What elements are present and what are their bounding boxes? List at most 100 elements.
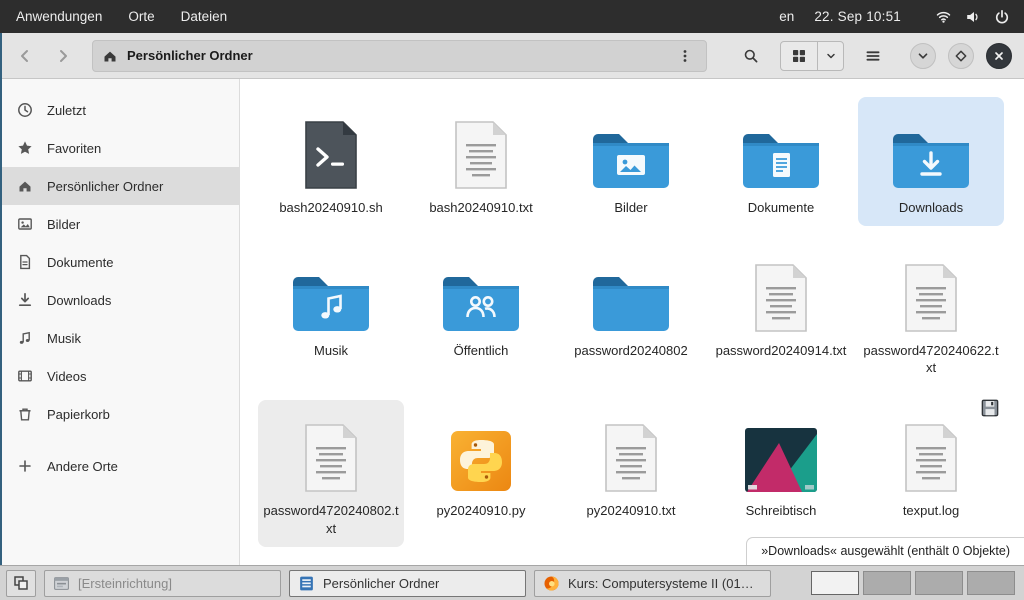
file-name: py20240910.txt <box>587 502 676 519</box>
sidebar-item-persönlicher-ordner[interactable]: Persönlicher Ordner <box>0 167 239 205</box>
video-icon <box>17 368 33 384</box>
file-name: Öffentlich <box>454 342 509 359</box>
file-bilder[interactable]: Bilder <box>558 97 704 226</box>
text-icon <box>452 119 510 191</box>
file-name: Downloads <box>899 199 963 216</box>
file-öffentlich[interactable]: Öffentlich <box>408 240 554 386</box>
path-menu-button[interactable] <box>673 43 697 69</box>
window-controls <box>910 43 1012 69</box>
folder-icon <box>589 272 673 334</box>
workspace-switcher <box>811 571 1018 595</box>
file-name: password4720240622.txt <box>862 342 1000 376</box>
selection-status-popup: »Downloads« ausgewählt (enthält 0 Objekt… <box>746 537 1024 565</box>
file-schreibtisch[interactable]: Schreibtisch <box>708 400 854 546</box>
file-bash20240910-txt[interactable]: bash20240910.txt <box>408 97 554 226</box>
top-panel: Anwendungen Orte Dateien en 22. Sep 10:51 <box>0 0 1024 33</box>
taskbar-task-persönlicher-ordner[interactable]: Persönlicher Ordner <box>289 570 526 597</box>
file-password4720240802-txt[interactable]: password4720240802.txt <box>258 400 404 546</box>
sidebar-item-downloads[interactable]: Downloads <box>0 281 239 319</box>
file-downloads[interactable]: Downloads <box>858 97 1004 226</box>
sidebar-item-musik[interactable]: Musik <box>0 319 239 357</box>
power-icon[interactable] <box>994 9 1010 25</box>
sidebar-item-label: Downloads <box>47 293 111 308</box>
file-password20240914-txt[interactable]: password20240914.txt <box>708 240 854 386</box>
minimize-icon <box>915 48 931 64</box>
download-icon <box>17 292 33 308</box>
workspace-4[interactable] <box>967 571 1015 595</box>
top-panel-status-area: en 22. Sep 10:51 <box>779 9 1024 25</box>
desktop-edge-sliver <box>0 33 2 565</box>
file-py20240910-py[interactable]: py20240910.py <box>408 400 554 546</box>
system-status-icons <box>935 9 1010 25</box>
file-name: password20240914.txt <box>716 342 847 359</box>
icon-view-button[interactable] <box>781 42 817 70</box>
toolbar-right <box>734 40 1012 72</box>
maximize-button[interactable] <box>948 43 974 69</box>
taskbar-task-kurs-computersysteme-ii-01[interactable]: Kurs: Computersysteme II (01… <box>534 570 771 597</box>
file-dokumente[interactable]: Dokumente <box>708 97 854 226</box>
menu-button[interactable] <box>856 40 890 72</box>
folder-music-icon <box>289 272 373 334</box>
folder-download-icon <box>889 129 973 191</box>
path-bar[interactable]: Persönlicher Ordner <box>92 40 707 72</box>
view-options-button[interactable] <box>817 42 843 70</box>
keyboard-layout-indicator[interactable]: en <box>779 9 794 24</box>
sidebar-item-papierkorb[interactable]: Papierkorb <box>0 395 239 433</box>
python-icon <box>448 428 514 494</box>
file-py20240910-txt[interactable]: py20240910.txt <box>558 400 704 546</box>
caret-down-icon <box>825 50 837 62</box>
sidebar-item-label: Papierkorb <box>47 407 110 422</box>
file-musik[interactable]: Musik <box>258 240 404 386</box>
task-label: Kurs: Computersysteme II (01… <box>568 576 754 591</box>
magnifier-icon <box>743 48 759 64</box>
wifi-icon[interactable] <box>935 9 952 24</box>
workspace-2[interactable] <box>863 571 911 595</box>
hamburger-icon <box>865 48 881 64</box>
show-desktop-button[interactable] <box>6 570 36 597</box>
sidebar-item-andere-orte[interactable]: Andere Orte <box>0 447 239 485</box>
file-name: bash20240910.sh <box>279 199 382 216</box>
search-button[interactable] <box>734 40 768 72</box>
file-name: py20240910.py <box>437 502 526 519</box>
workspace-1[interactable] <box>811 571 859 595</box>
file-password4720240622-txt[interactable]: password4720240622.txt <box>858 240 1004 386</box>
file-texput-log[interactable]: texput.log <box>858 400 1004 546</box>
sidebar-item-label: Favoriten <box>47 141 101 156</box>
clock[interactable]: 22. Sep 10:51 <box>814 9 901 24</box>
file-password20240802[interactable]: password20240802 <box>558 240 704 386</box>
sidebar-item-bilder[interactable]: Bilder <box>0 205 239 243</box>
file-name: bash20240910.txt <box>429 199 532 216</box>
top-panel-menu-dateien[interactable]: Dateien <box>181 9 228 24</box>
sidebar-item-zuletzt[interactable]: Zuletzt <box>0 91 239 129</box>
home-icon <box>102 48 118 64</box>
plus-icon <box>17 458 33 474</box>
file-name: texput.log <box>903 502 959 519</box>
taskbar-task-ersteinrichtung[interactable]: [Ersteinrichtung] <box>44 570 281 597</box>
music-icon <box>17 330 33 346</box>
files-app-icon <box>298 575 315 592</box>
close-button[interactable] <box>986 43 1012 69</box>
task-label: Persönlicher Ordner <box>323 576 439 591</box>
close-icon <box>991 48 1007 64</box>
top-panel-menu-orte[interactable]: Orte <box>128 9 154 24</box>
sidebar-item-label: Zuletzt <box>47 103 86 118</box>
file-bash20240910-sh[interactable]: bash20240910.sh <box>258 97 404 226</box>
sidebar-item-videos[interactable]: Videos <box>0 357 239 395</box>
minimize-button[interactable] <box>910 43 936 69</box>
file-grid-area: bash20240910.sh bash20240910.txt Bilder … <box>240 79 1024 565</box>
script-icon <box>302 119 360 191</box>
text-icon <box>902 262 960 334</box>
sidebar-list: Zuletzt Favoriten Persönlicher Ordner Bi… <box>0 91 239 485</box>
sidebar-item-favoriten[interactable]: Favoriten <box>0 129 239 167</box>
workspace-3[interactable] <box>915 571 963 595</box>
star-icon <box>17 140 33 156</box>
sidebar-item-dokumente[interactable]: Dokumente <box>0 243 239 281</box>
volume-icon[interactable] <box>965 9 981 25</box>
file-manager-window: Persönlicher Ordner <box>0 33 1024 565</box>
file-name: Bilder <box>614 199 647 216</box>
chevron-left-icon <box>17 48 33 64</box>
top-panel-menu-anwendungen[interactable]: Anwendungen <box>16 9 102 24</box>
forward-button[interactable] <box>46 40 80 72</box>
maximize-icon <box>953 48 969 64</box>
back-button[interactable] <box>8 40 42 72</box>
